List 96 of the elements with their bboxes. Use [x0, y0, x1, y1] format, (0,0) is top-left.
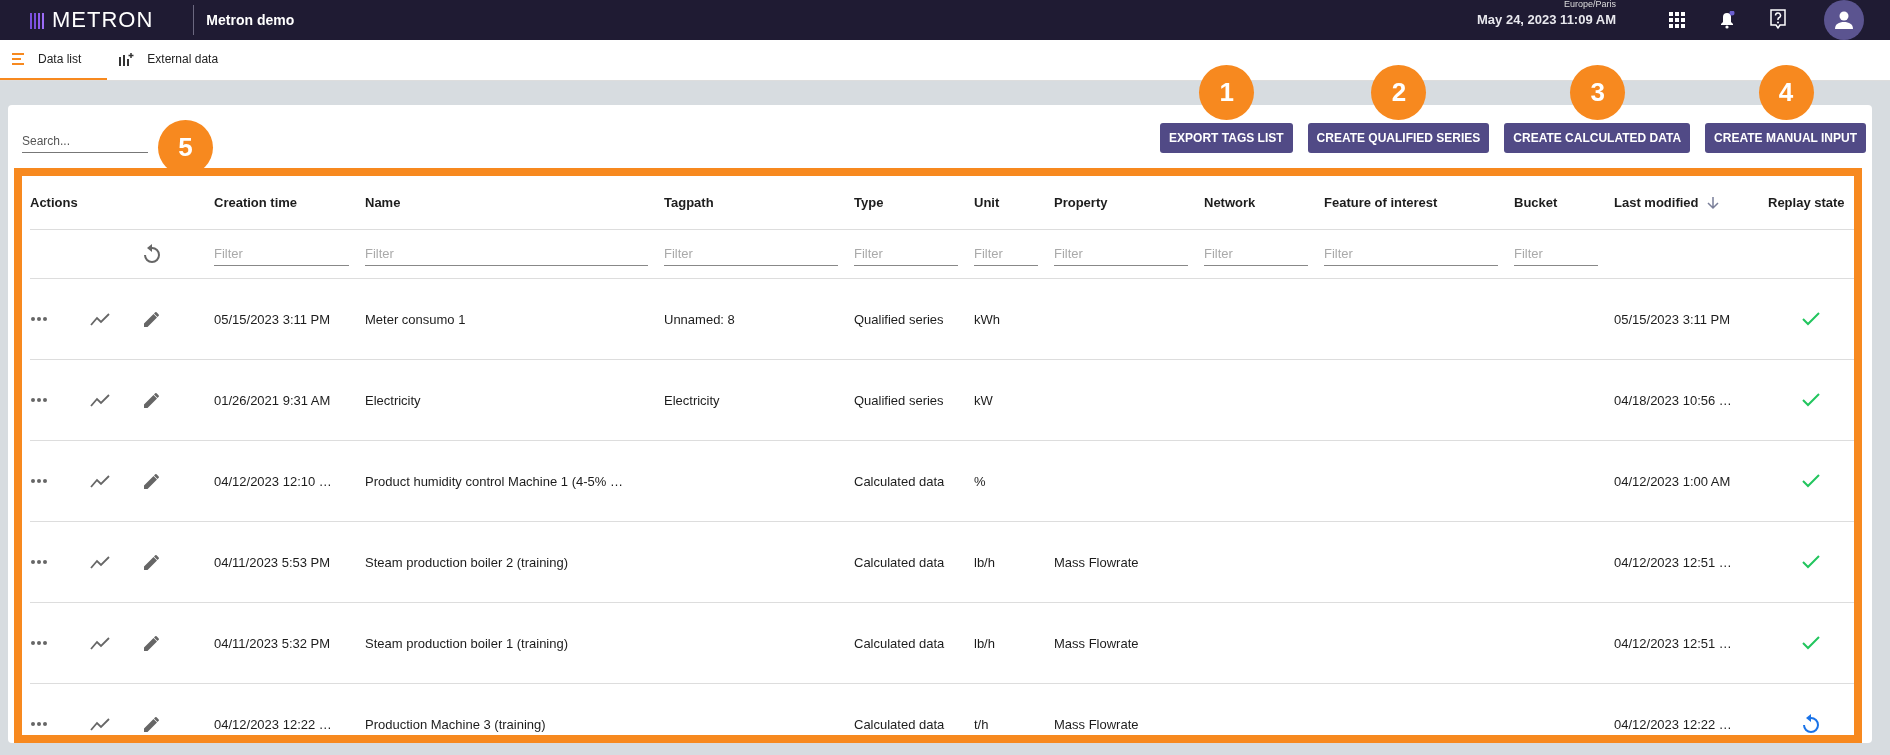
edit-icon[interactable]: [142, 715, 160, 733]
table-cell: 04/12/2023 12:51 …: [1614, 635, 1732, 651]
line-chart-icon[interactable]: [90, 555, 110, 569]
table-cell: Qualified series: [854, 311, 944, 327]
tab[interactable]: Data list: [0, 40, 108, 80]
more-icon[interactable]: [30, 397, 48, 403]
action-button[interactable]: CREATE QUALIFIED SERIES: [1307, 123, 1490, 153]
help-icon[interactable]: [1769, 9, 1787, 31]
logo-text: METRON: [52, 7, 154, 33]
list-icon: [12, 53, 26, 65]
table-cell: Steam production boiler 1 (training): [365, 635, 569, 651]
line-chart-icon[interactable]: [90, 474, 110, 488]
column-header[interactable]: Feature of interest: [1324, 176, 1514, 230]
table-cell: Electricity: [664, 392, 720, 408]
line-chart-icon[interactable]: [90, 393, 110, 407]
filter-field[interactable]: Filter: [854, 242, 958, 266]
table-cell: 04/12/2023 12:22 …: [214, 716, 332, 732]
column-header[interactable]: Replay state: [1768, 176, 1854, 230]
edit-icon[interactable]: [142, 634, 160, 652]
table-cell: t/h: [974, 716, 989, 732]
table-cell: Unnamed: 8: [664, 311, 735, 327]
table-cell: %: [974, 473, 986, 489]
line-chart-icon[interactable]: [90, 312, 110, 326]
table-cell: Product humidity control Machine 1 (4-5% …: [365, 473, 623, 489]
table-cell: Calculated data: [854, 716, 945, 732]
date-time: May 24, 2023 11:09 AM: [1477, 13, 1616, 28]
logo-bars-icon: [30, 11, 46, 29]
table-cell: Production Machine 3 (training): [365, 716, 546, 732]
action-button[interactable]: CREATE MANUAL INPUT: [1705, 123, 1866, 153]
table-cell: 04/12/2023 12:51 …: [1614, 554, 1732, 570]
filter-field[interactable]: Filter: [214, 242, 349, 266]
filter-field[interactable]: Filter: [365, 242, 648, 266]
app-name: Metron demo: [206, 12, 295, 28]
table-cell: Meter consumo 1: [365, 311, 466, 327]
filter-field[interactable]: Filter: [1054, 242, 1188, 266]
table-cell: Calculated data: [854, 635, 945, 651]
filter-field[interactable]: Filter: [664, 242, 838, 266]
more-icon[interactable]: [30, 721, 48, 727]
table-cell: kW: [974, 392, 993, 408]
more-icon[interactable]: [30, 316, 48, 322]
column-header[interactable]: Unit: [974, 176, 1054, 230]
table-cell: 04/18/2023 10:56 …: [1614, 392, 1732, 408]
reset-filters-icon[interactable]: [142, 243, 162, 265]
more-icon[interactable]: [30, 559, 48, 565]
filter-field[interactable]: Filter: [1514, 242, 1598, 266]
table-cell: Mass Flowrate: [1054, 554, 1139, 570]
column-header[interactable]: Bucket: [1514, 176, 1614, 230]
table-cell: 04/11/2023 5:32 PM: [214, 635, 331, 651]
table-cell: Calculated data: [854, 473, 945, 489]
table-cell: 04/12/2023 12:10 …: [214, 473, 332, 489]
column-header[interactable]: Last modified: [1614, 176, 1768, 230]
line-chart-icon[interactable]: [90, 717, 110, 731]
table-cell: 04/12/2023 12:22 …: [1614, 716, 1732, 732]
table-cell: 05/15/2023 3:11 PM: [1614, 311, 1731, 327]
apps-grid-icon[interactable]: [1669, 12, 1685, 28]
column-header[interactable]: Type: [854, 176, 974, 230]
column-header[interactable]: Property: [1054, 176, 1204, 230]
notification-bell-icon[interactable]: [1719, 11, 1735, 29]
table-cell: Qualified series: [854, 392, 944, 408]
edit-icon[interactable]: [142, 310, 160, 328]
column-header[interactable]: Network: [1204, 176, 1324, 230]
edit-icon[interactable]: [142, 472, 160, 490]
filter-field[interactable]: Filter: [1324, 242, 1498, 266]
person-icon: [1834, 10, 1854, 30]
table-cell: lb/h: [974, 554, 995, 570]
action-button[interactable]: EXPORT TAGS LIST: [1160, 123, 1293, 153]
column-header[interactable]: Name: [365, 176, 664, 230]
timezone-label: Europe/Paris: [1563, 0, 1616, 11]
more-icon[interactable]: [30, 640, 48, 646]
table-cell: 04/11/2023 5:53 PM: [214, 554, 331, 570]
tab[interactable]: External data: [107, 40, 245, 80]
table-cell: 05/15/2023 3:11 PM: [214, 311, 331, 327]
column-header[interactable]: Tagpath: [664, 176, 854, 230]
more-icon[interactable]: [30, 478, 48, 484]
table-cell: Electricity: [365, 392, 421, 408]
table-cell: Steam production boiler 2 (training): [365, 554, 569, 570]
action-button[interactable]: CREATE CALCULATED DATA: [1504, 123, 1691, 153]
table-cell: Calculated data: [854, 554, 945, 570]
column-header[interactable]: Creation time: [214, 176, 365, 230]
table-cell: kWh: [974, 311, 1000, 327]
table-cell: lb/h: [974, 635, 995, 651]
column-header: Actions: [30, 176, 214, 230]
table-cell: Mass Flowrate: [1054, 635, 1139, 651]
filter-field[interactable]: Filter: [1204, 242, 1308, 266]
table-cell: Mass Flowrate: [1054, 716, 1139, 732]
edit-icon[interactable]: [142, 553, 160, 571]
search-field[interactable]: Search...: [22, 130, 148, 153]
table-cell: 04/12/2023 1:00 AM: [1614, 473, 1731, 489]
sort-arrow-icon[interactable]: [1706, 195, 1719, 210]
callout-badge: 4: [1758, 65, 1814, 120]
bar-chart-plus-icon: [119, 52, 136, 66]
edit-icon[interactable]: [142, 391, 160, 409]
avatar[interactable]: [1824, 0, 1864, 40]
table-cell: 01/26/2021 9:31 AM: [214, 392, 331, 408]
line-chart-icon[interactable]: [90, 636, 110, 650]
filter-field[interactable]: Filter: [974, 242, 1038, 266]
